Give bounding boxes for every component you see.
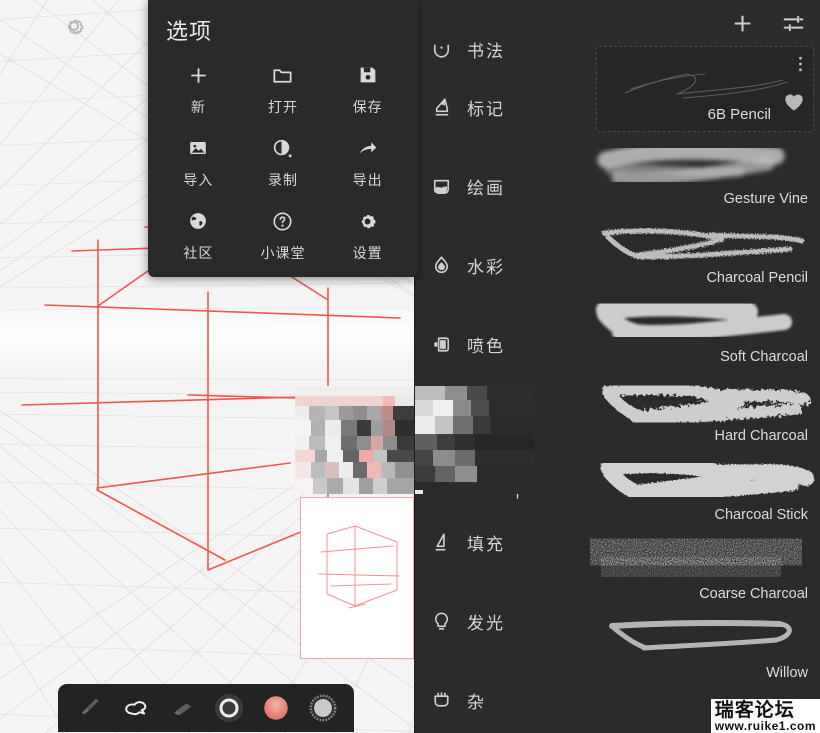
color-swatch xyxy=(262,694,290,722)
layer-tool[interactable] xyxy=(210,689,248,727)
brush-name: Charcoal Stick xyxy=(714,507,808,523)
dots-vertical-icon[interactable] xyxy=(798,55,803,78)
globe-icon xyxy=(187,208,209,234)
record-icon xyxy=(271,135,294,161)
watercolor-icon xyxy=(415,253,467,278)
brush-name: Soft Charcoal xyxy=(720,349,808,365)
reference-thumbnail[interactable] xyxy=(300,497,414,659)
sliders-icon[interactable] xyxy=(781,11,806,36)
brush-name: Willow xyxy=(766,665,808,681)
watermark-title: 瑞客论坛 xyxy=(714,700,795,721)
sidebar-item-painting[interactable]: 绘画 xyxy=(415,147,590,226)
censored-region-canvas xyxy=(295,386,414,494)
share-icon xyxy=(356,135,379,161)
eraser-icon xyxy=(174,702,192,715)
smudge-icon xyxy=(125,701,147,716)
option-tutorial[interactable]: 小课堂 xyxy=(241,202,326,267)
fill-icon xyxy=(415,530,467,555)
texture-tool[interactable] xyxy=(304,689,342,727)
brush-list-item[interactable]: Soft Charcoal xyxy=(590,290,820,369)
gear-icon[interactable] xyxy=(60,12,88,40)
brush-name: Charcoal Pencil xyxy=(706,270,808,286)
option-save[interactable]: 保存 xyxy=(325,56,410,121)
option-new[interactable]: 新 xyxy=(156,56,241,121)
brush-name: Coarse Charcoal xyxy=(699,586,808,602)
selected-brush-card[interactable]: 6B Pencil xyxy=(596,46,814,132)
option-import[interactable]: 导入 xyxy=(156,129,241,194)
option-export[interactable]: 导出 xyxy=(325,129,410,194)
smudge-tool[interactable] xyxy=(117,689,155,727)
sidebar-item-glow[interactable]: 发光 xyxy=(415,582,590,661)
options-title: 选项 xyxy=(166,19,213,44)
brush-name: Gesture Vine xyxy=(723,191,808,207)
option-community[interactable]: 社区 xyxy=(156,202,241,267)
brush-list-item[interactable]: Gesture Vine xyxy=(590,132,820,211)
sidebar-item-marker[interactable]: 标记 xyxy=(415,68,590,147)
censored-region-sidebar xyxy=(415,386,534,494)
eraser-tool[interactable] xyxy=(164,689,202,727)
folder-icon xyxy=(271,62,294,88)
heart-icon[interactable] xyxy=(783,92,805,117)
brush-picker-panel[interactable]: 6B Pencil Gesture Vine Charcoal Pencil S… xyxy=(590,0,820,733)
options-grid: 新 打开 保存 导入 录制 导出 社区 小课堂 设置 xyxy=(148,56,418,267)
paint-icon xyxy=(415,174,467,199)
misc-icon xyxy=(415,688,467,713)
sidebar-item-halftone[interactable]: 网点 xyxy=(415,722,590,733)
brush-list-item[interactable]: Charcoal Stick xyxy=(590,448,820,527)
brush-category-sidebar[interactable]: 书法 标记 绘画 水彩 喷色 填充 发光 杂 xyxy=(414,0,590,733)
option-open[interactable]: 打开 xyxy=(241,56,326,121)
gear-icon xyxy=(356,208,379,234)
layer-icon xyxy=(215,693,244,723)
bottom-toolbar[interactable] xyxy=(58,684,354,732)
brush-icon xyxy=(82,698,99,715)
brush-list-item[interactable]: Coarse Charcoal xyxy=(590,527,820,606)
brush-list-item[interactable]: Willow xyxy=(590,606,820,685)
option-record[interactable]: 录制 xyxy=(241,129,326,194)
sidebar-item-watercolor[interactable]: 水彩 xyxy=(415,226,590,305)
watermark-url: www.ruike1.com xyxy=(714,719,816,733)
brush-panel-toolbar xyxy=(590,0,820,46)
brush-stroke-preview xyxy=(597,47,813,131)
plus-icon[interactable] xyxy=(730,11,755,36)
airbrush-icon xyxy=(415,332,467,357)
sidebar-item-airbrush[interactable]: 喷色 xyxy=(415,305,590,384)
watermark: 瑞客论坛 www.ruike1.com xyxy=(710,699,820,733)
calligraphy-icon xyxy=(415,39,467,64)
brush-name: 6B Pencil xyxy=(707,106,771,123)
brush-tool[interactable] xyxy=(70,689,108,727)
option-settings[interactable]: 设置 xyxy=(325,202,410,267)
sidebar-item-fill[interactable]: 填充 xyxy=(415,503,590,582)
marker-icon xyxy=(415,95,467,120)
plus-icon xyxy=(187,62,210,88)
image-icon xyxy=(187,135,209,161)
color-picker[interactable] xyxy=(257,689,295,727)
brush-name: Hard Charcoal xyxy=(714,428,809,444)
glow-icon xyxy=(415,609,467,634)
brush-list-item[interactable]: Hard Charcoal xyxy=(590,369,820,448)
question-icon xyxy=(271,208,294,234)
texture-dial xyxy=(308,694,337,722)
save-icon xyxy=(357,62,379,88)
brush-list-item[interactable]: Charcoal Pencil xyxy=(590,211,820,290)
options-popup[interactable]: 选项 新 打开 保存 导入 录制 导出 社区 小课堂 设置 xyxy=(148,0,418,277)
